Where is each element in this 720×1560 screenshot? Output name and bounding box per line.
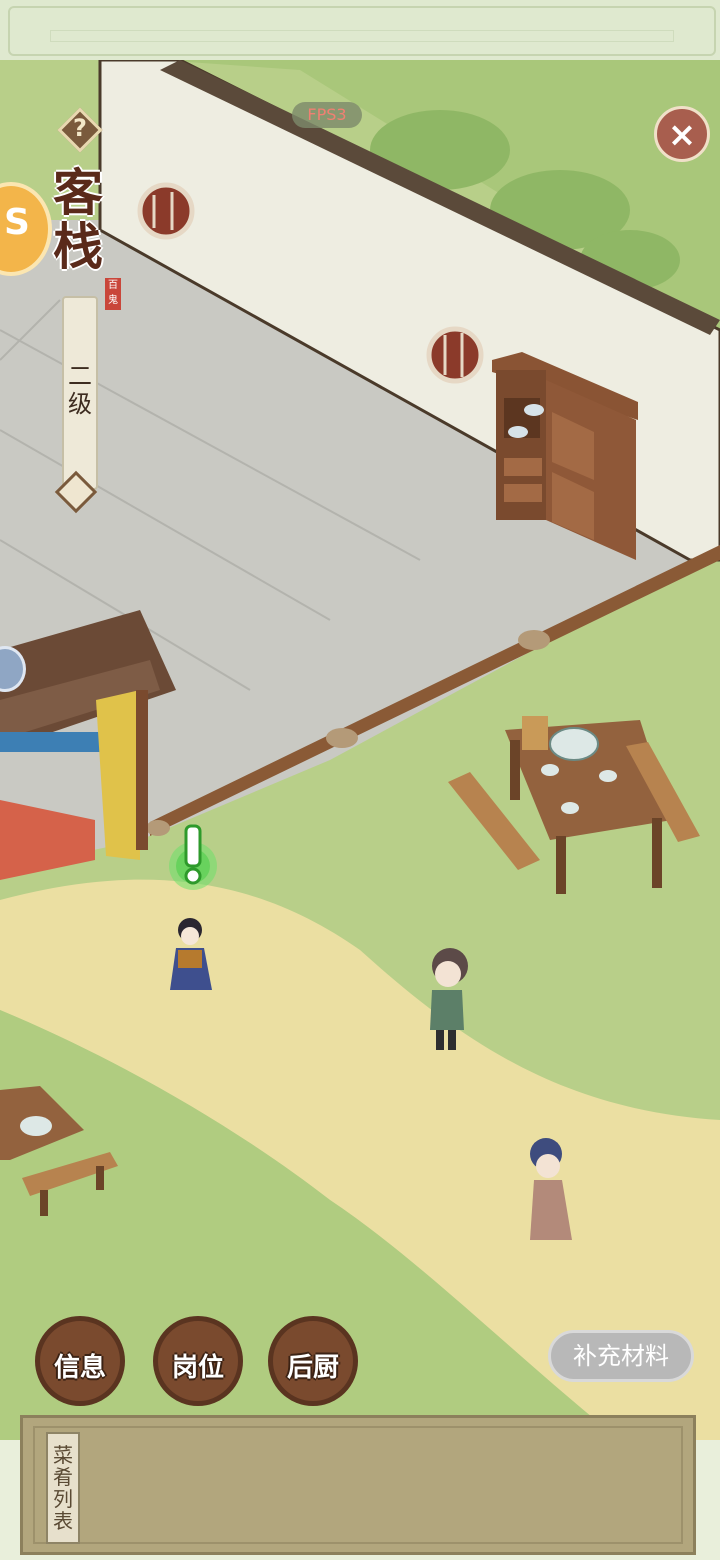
- close-icon: ×: [667, 115, 697, 155]
- level-label: 二级: [68, 362, 92, 418]
- level-bar: 二级: [62, 296, 98, 490]
- kitchen-label: 后厨: [286, 1353, 339, 1383]
- supply-label: 补充材料: [573, 1342, 669, 1370]
- bottom-panel: [20, 1415, 696, 1555]
- quest-marker-icon[interactable]: [166, 820, 220, 894]
- top-frame-border: [8, 6, 716, 56]
- hammer-icon: [54, 470, 98, 514]
- help-button[interactable]: ?: [56, 106, 104, 154]
- top-frame-line: [50, 30, 674, 42]
- close-button[interactable]: ×: [654, 106, 710, 162]
- upgrade-hammer-button[interactable]: [54, 470, 98, 514]
- round-window-1: [137, 182, 195, 240]
- round-window-2: [426, 326, 484, 384]
- game-scene[interactable]: [0, 60, 720, 1440]
- info-button[interactable]: 信息: [35, 1316, 125, 1406]
- position-label: 岗位: [171, 1353, 224, 1383]
- coin-glyph: S: [4, 202, 30, 243]
- info-label: 信息: [53, 1353, 106, 1383]
- help-icon: ?: [73, 114, 87, 142]
- bottom-panel-border: [33, 1426, 683, 1544]
- fps-counter: FPS3: [292, 102, 362, 128]
- supply-materials-button[interactable]: 补充材料: [548, 1330, 694, 1382]
- dish-list-tab[interactable]: 菜肴列表: [46, 1432, 80, 1544]
- top-frame: [0, 0, 720, 62]
- dish-list-label: 菜肴列表: [53, 1443, 73, 1533]
- position-button[interactable]: 岗位: [153, 1316, 243, 1406]
- inn-title: 客栈: [53, 163, 103, 276]
- seal-stamp: 百鬼: [105, 278, 121, 310]
- kitchen-button[interactable]: 后厨: [268, 1316, 358, 1406]
